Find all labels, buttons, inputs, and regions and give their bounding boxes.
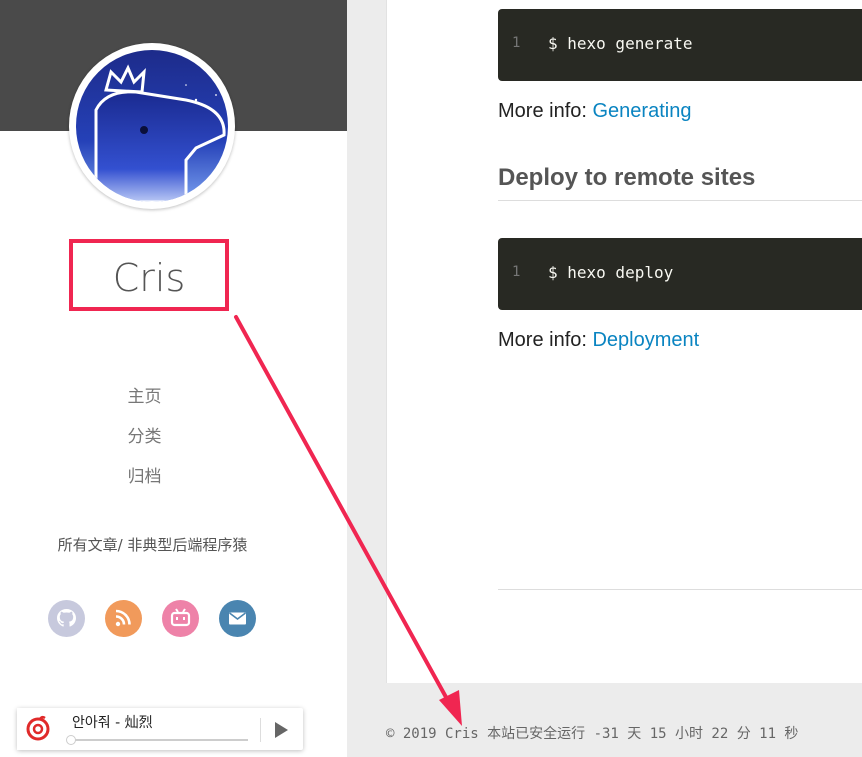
mail-link[interactable] [219,600,256,637]
more-info-generating: More info: Generating [498,100,691,123]
nav-item-categories[interactable]: 分类 [0,420,289,460]
line-number: 1 [512,264,521,280]
site-name-highlight-box: Cris [69,239,229,311]
netease-music-icon[interactable] [17,708,59,750]
section-heading: Deploy to remote sites [498,164,756,191]
code-block-generate: 1 $ hexo generate [498,9,862,81]
github-link[interactable] [48,600,85,637]
code-text: $ hexo deploy [548,263,674,282]
heading-divider [498,200,862,201]
rss-link[interactable] [105,600,142,637]
line-number: 1 [512,35,521,51]
bilibili-link[interactable] [162,600,199,637]
deployment-link[interactable]: Deployment [592,329,699,351]
rss-icon [105,600,142,637]
player-divider [260,718,261,742]
music-player: 안아줘 - 灿烈 [17,708,303,750]
nav-item-home[interactable]: 主页 [0,380,289,420]
avatar-image [76,50,228,202]
footer-runtime-text: © 2019 Cris 本站已安全运行 -31 天 15 小时 22 分 11 … [386,726,799,742]
progress-bar[interactable] [72,739,248,741]
progress-handle[interactable] [66,735,76,745]
more-info-deployment: More info: Deployment [498,329,699,352]
more-info-label: More info: [498,329,593,351]
code-text: $ hexo generate [548,34,693,53]
github-icon [48,600,85,637]
more-info-label: More info: [498,100,593,122]
site-name[interactable]: Cris [73,243,225,307]
code-block-deploy: 1 $ hexo deploy [498,238,862,310]
sidebar: Cris 主页 分类 归档 所有文章/ 非典型后端程序猿 [0,0,347,757]
mail-icon [219,600,256,637]
gutter [347,0,386,683]
track-title: 안아줘 - 灿烈 [72,715,153,731]
generating-link[interactable]: Generating [592,100,691,122]
avatar[interactable] [69,43,235,209]
footer: © 2019 Cris 本站已安全运行 -31 天 15 小时 22 分 11 … [347,683,862,757]
nav-item-archives[interactable]: 归档 [0,460,289,500]
post-divider [498,589,862,590]
play-icon[interactable] [271,720,291,740]
sidebar-nav: 主页 分类 归档 [0,380,289,500]
bilibili-icon [162,600,199,637]
site-tagline: 所有文章/ 非典型后端程序猿 [57,536,248,554]
